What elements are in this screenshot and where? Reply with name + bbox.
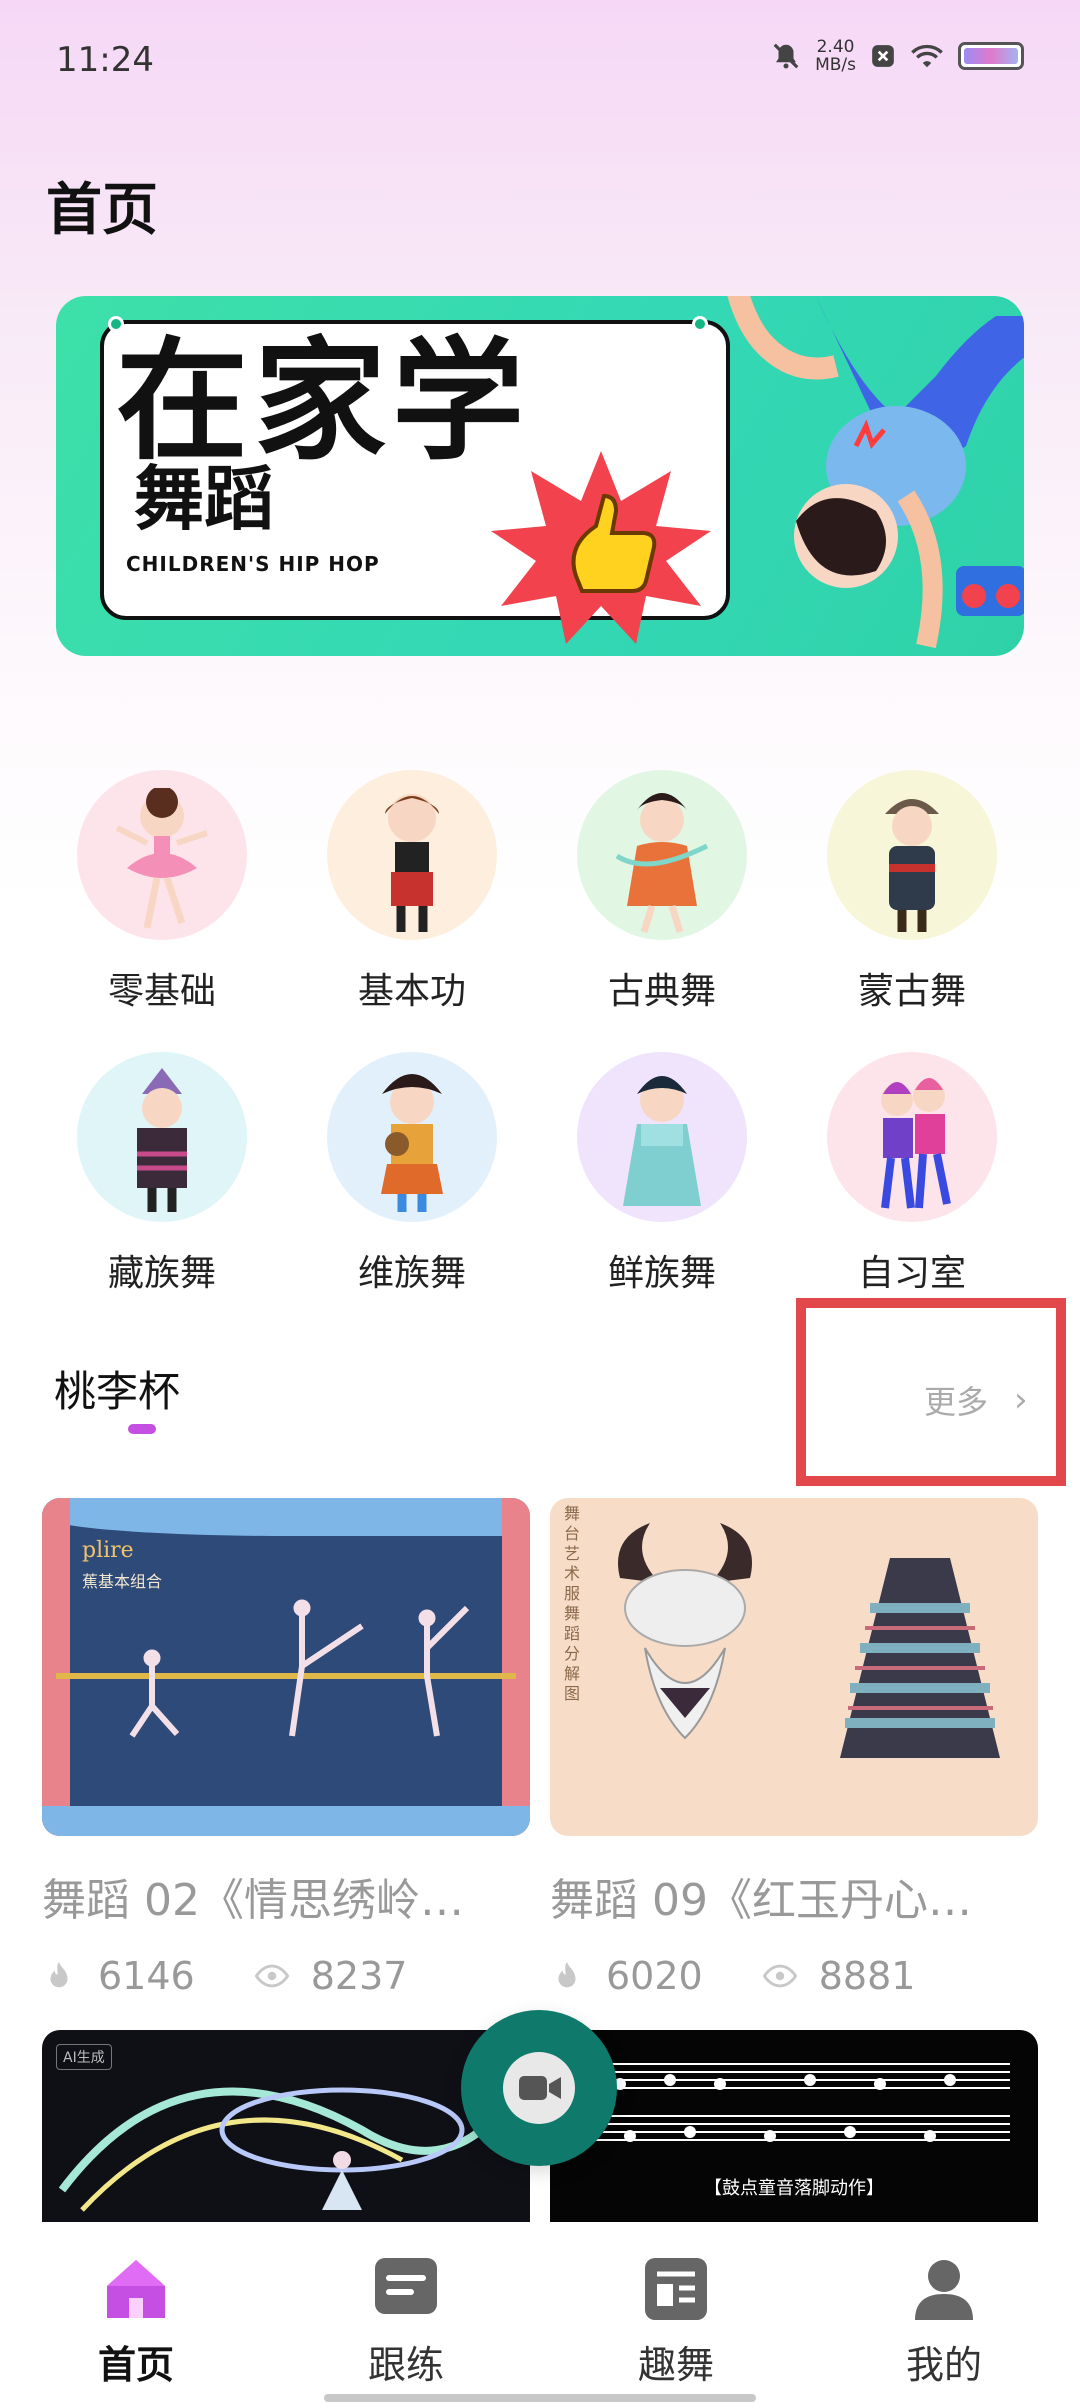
thumb-text: 舞台艺术服舞蹈分解图 xyxy=(564,1504,581,1703)
promo-banner[interactable]: 在家学 舞蹈 CHILDREN'S HIP HOP xyxy=(56,296,1024,656)
category-label: 蒙古舞 xyxy=(857,971,966,1012)
category-avatar xyxy=(577,770,747,940)
card-stats: 6146 8237 xyxy=(42,1954,530,1998)
banner-sub-text: 舞蹈 xyxy=(134,458,274,540)
views-count: 8881 xyxy=(818,1954,916,1998)
close-box-icon xyxy=(872,45,894,67)
nav-label: 首页 xyxy=(97,2343,174,2387)
section-title: 桃李杯 xyxy=(54,1367,181,1416)
profile-icon xyxy=(915,2260,973,2320)
home-icon xyxy=(107,2260,165,2318)
video-card[interactable]: plire 蕉基本组合 舞蹈 02《情思绣岭… 6146 8237 xyxy=(42,1498,530,1998)
breakdancer-illustration xyxy=(727,296,1024,649)
category-basic-skills[interactable]: 基本功 xyxy=(312,770,512,1014)
category-avatar xyxy=(827,770,997,940)
category-label: 自习室 xyxy=(857,1253,966,1294)
category-study-room[interactable]: 自习室 xyxy=(812,1052,1012,1296)
card-title: 舞蹈 02《情思绣岭… xyxy=(42,1875,464,1926)
video-camera-icon xyxy=(519,2076,561,2100)
category-avatar xyxy=(327,1052,497,1222)
views-count: 8237 xyxy=(310,1954,408,1998)
section-underline xyxy=(128,1424,156,1434)
record-video-button[interactable] xyxy=(461,2010,617,2166)
category-label: 鲜族舞 xyxy=(607,1253,716,1294)
banner-english-text: CHILDREN'S HIP HOP xyxy=(126,552,380,576)
video-card[interactable]: 【鼓点童音落脚动作】 xyxy=(550,2030,1038,2230)
flame-icon xyxy=(558,1961,576,1988)
category-mongolian[interactable]: 蒙古舞 xyxy=(812,770,1012,1014)
eye-icon xyxy=(254,1964,289,1988)
category-label: 维族舞 xyxy=(357,1253,466,1294)
battery-icon xyxy=(958,42,1024,70)
likes-count: 6146 xyxy=(98,1954,195,1998)
status-time: 11:24 xyxy=(56,40,154,80)
ballerina-icon xyxy=(115,788,208,929)
video-card[interactable]: AI生成 xyxy=(42,2030,530,2230)
music-notes-art xyxy=(590,2063,1010,2142)
thumb-text: plire xyxy=(82,1538,134,1563)
wifi-icon xyxy=(911,44,943,68)
category-uyghur[interactable]: 维族舞 xyxy=(312,1052,512,1296)
thumb-caption: 【鼓点童音落脚动作】 xyxy=(704,2178,884,2199)
thumbs-up-burst-icon xyxy=(491,451,711,644)
card-thumbnail: 【鼓点童音落脚动作】 xyxy=(550,2030,1038,2230)
highlight-box xyxy=(796,1298,1066,1486)
category-classical[interactable]: 古典舞 xyxy=(562,770,762,1014)
category-avatar xyxy=(327,770,497,940)
nav-practice[interactable]: 跟练 xyxy=(326,2254,486,2389)
nav-label: 我的 xyxy=(905,2343,982,2387)
category-avatar xyxy=(77,1052,247,1222)
page-title: 首页 xyxy=(46,178,158,243)
hiphop-dancers-icon xyxy=(881,1078,951,1209)
nav-profile[interactable]: 我的 xyxy=(864,2254,1024,2389)
korean-dancer-icon xyxy=(623,1076,701,1206)
card-thumbnail: plire 蕉基本组合 xyxy=(42,1498,530,1836)
category-label: 古典舞 xyxy=(607,971,716,1012)
category-avatar xyxy=(577,1052,747,1222)
nav-fun-dance[interactable]: 趣舞 xyxy=(596,2254,756,2389)
video-card[interactable]: 舞台艺术服舞蹈分解图 舞蹈 09《红玉丹心… 6020 8881 xyxy=(550,1498,1038,1998)
likes-count: 6020 xyxy=(606,1954,703,1998)
status-bar: 11:24 2.40 MB/s xyxy=(0,0,1080,120)
mongolian-dancer-icon xyxy=(885,799,939,932)
nav-home[interactable]: 首页 xyxy=(56,2254,216,2389)
banner-main-text: 在家学 xyxy=(116,325,530,479)
ribbon-dancer-art xyxy=(58,2087,506,2212)
bottom-nav: 首页 跟练 趣舞 我的 xyxy=(0,2222,1080,2408)
status-icons: 2.40 MB/s xyxy=(771,38,1024,74)
girl-doll-icon xyxy=(385,794,439,932)
uyghur-dancer-icon xyxy=(381,1074,443,1212)
card-thumbnail: 舞台艺术服舞蹈分解图 xyxy=(550,1498,1038,1836)
category-label: 零基础 xyxy=(107,971,216,1012)
card-thumbnail: AI生成 xyxy=(42,2030,530,2230)
eye-icon xyxy=(762,1964,797,1988)
category-avatar xyxy=(77,770,247,940)
fun-dance-icon xyxy=(645,2258,707,2320)
tibetan-dancer-icon xyxy=(137,1068,187,1212)
net-speed: 2.40 MB/s xyxy=(815,38,856,74)
costume-illustration xyxy=(618,1523,1000,1758)
ballet-figures xyxy=(129,1599,470,1738)
nav-label: 跟练 xyxy=(367,2343,444,2387)
category-korean[interactable]: 鲜族舞 xyxy=(562,1052,762,1296)
category-avatar xyxy=(827,1052,997,1222)
net-speed-value: 2.40 xyxy=(816,37,855,57)
card-stats: 6020 8881 xyxy=(550,1954,1038,1998)
category-label: 藏族舞 xyxy=(107,1253,216,1294)
net-speed-unit: MB/s xyxy=(815,55,856,75)
card-title: 舞蹈 09《红玉丹心… xyxy=(550,1875,972,1926)
category-zero-basic[interactable]: 零基础 xyxy=(62,770,262,1014)
classical-dancer-icon xyxy=(615,793,709,934)
home-indicator xyxy=(324,2394,756,2402)
flame-icon xyxy=(50,1961,68,1988)
mute-bell-icon xyxy=(773,43,799,69)
nav-label: 趣舞 xyxy=(637,2343,714,2387)
practice-icon xyxy=(375,2258,437,2314)
category-label: 基本功 xyxy=(357,971,466,1012)
category-tibetan[interactable]: 藏族舞 xyxy=(62,1052,262,1296)
